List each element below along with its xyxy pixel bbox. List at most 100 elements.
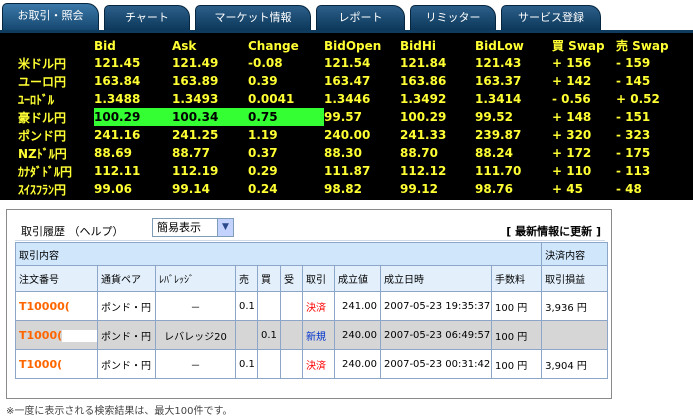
rate-buy-swap: + 172: [552, 146, 592, 160]
col-buy: 買: [257, 265, 281, 292]
rate-ask: 121.49: [172, 56, 219, 70]
order-number[interactable]: T1000(: [15, 349, 98, 379]
rate-row[interactable]: ｶﾅﾀﾞﾄﾞﾙ円 112.11 112.19 0.29 111.87 112.1…: [18, 162, 674, 180]
table-row[interactable]: T1000( ポンド・円 レバレッジ20 0.1 新規 240.00 2007-…: [15, 320, 609, 350]
col-datetime: 成立日時: [380, 265, 492, 292]
rate-table: Bid Ask Change BidOpen BidHi BidLow 買 Sw…: [18, 37, 674, 198]
rate-change: 0.0041: [248, 92, 295, 106]
rate-buy-swap: + 148: [552, 110, 592, 124]
rate-col-bid-open: BidOpen: [324, 38, 382, 53]
rate-bid-open: 88.30: [324, 146, 362, 160]
rate-bid-open: 1.3446: [324, 92, 371, 106]
rate-bid: 100.29: [94, 108, 172, 126]
rate-bid-open: 111.87: [324, 164, 371, 178]
rate-change: 0.39: [248, 74, 278, 88]
masked-area: [69, 300, 97, 313]
order-number[interactable]: T1000(: [15, 320, 98, 350]
sell-amount: [235, 320, 258, 350]
rate-sell-swap: - 323: [616, 128, 651, 142]
rate-col-ask: Ask: [172, 38, 197, 53]
rate-row[interactable]: ポンド円 241.16 241.25 1.19 240.00 241.33 23…: [18, 126, 674, 144]
rate-buy-swap: + 320: [552, 128, 592, 142]
rate-bid-hi: 1.3492: [400, 92, 447, 106]
column-header-row: 注文番号 通貨ペア ﾚﾊﾞﾚｯｼﾞ 売 買 受 取引 成立値 成立日時 手数料 …: [15, 265, 609, 292]
history-header: 取引履歴 （ヘルプ） 簡易表示 ▼ [ 最新情報に更新 ]: [15, 215, 605, 241]
rate-bid-hi: 241.33: [400, 128, 447, 142]
rate-bid-hi: 100.29: [400, 110, 447, 124]
rate-pair[interactable]: ポンド円: [18, 126, 94, 144]
view-mode-value: 簡易表示: [157, 221, 201, 234]
tab-limiter[interactable]: リミッター: [410, 5, 496, 31]
rate-bid-open: 240.00: [324, 128, 371, 142]
rate-bid-hi: 88.70: [400, 146, 438, 160]
rate-row[interactable]: 米ドル円 121.45 121.49 -0.08 121.54 121.84 1…: [18, 54, 674, 72]
rate-pair[interactable]: NZﾄﾞﾙ円: [18, 144, 94, 162]
rate-pair[interactable]: ｶﾅﾀﾞﾄﾞﾙ円: [18, 162, 94, 180]
chevron-down-icon[interactable]: ▼: [217, 219, 233, 236]
rate-pair[interactable]: ｽｲｽﾌﾗﾝ円: [18, 180, 94, 198]
rate-col-sell-swap: 売 Swap: [616, 39, 669, 53]
col-sell: 売: [235, 265, 258, 292]
rate-pair[interactable]: 豪ドル円: [18, 108, 94, 126]
rate-bid-open: 99.57: [324, 110, 362, 124]
trade-history-panel: 取引履歴 （ヘルプ） 簡易表示 ▼ [ 最新情報に更新 ] 取引内容 決済内容 …: [6, 209, 612, 399]
sell-amount: 0.1: [235, 291, 258, 321]
rate-bid-hi: 163.86: [400, 74, 447, 88]
executed-price: 240.00: [334, 349, 381, 379]
executed-price: 241.00: [334, 291, 381, 321]
rate-pair[interactable]: ﾕｰﾛﾄﾞﾙ: [18, 90, 94, 108]
rate-row[interactable]: ｽｲｽﾌﾗﾝ円 99.06 99.14 0.24 98.82 99.12 98.…: [18, 180, 674, 198]
rate-bid-low: 163.37: [475, 74, 522, 88]
order-number[interactable]: T10000(: [15, 291, 98, 321]
currency-pair: ポンド・円: [97, 291, 156, 321]
rate-col-pair: [18, 37, 94, 54]
leverage: レバレッジ20: [155, 320, 236, 350]
tab-market-info[interactable]: マーケット情報: [195, 5, 311, 31]
tab-service-registration[interactable]: サービス登録: [501, 5, 601, 31]
history-table: 取引内容 決済内容 注文番号 通貨ペア ﾚﾊﾞﾚｯｼﾞ 売 買 受 取引 成立値…: [14, 242, 609, 379]
fee: 100 円: [490, 291, 543, 321]
masked-area: [62, 358, 97, 371]
buy-amount: [257, 349, 281, 379]
trade-kind: 新規: [302, 320, 335, 350]
table-row[interactable]: T10000( ポンド・円 － 0.1 決済 241.00 2007-05-23…: [15, 291, 609, 321]
receive-amount: [280, 320, 303, 350]
col-fee: 手数料: [490, 265, 543, 292]
rate-col-bid-low: BidLow: [475, 38, 524, 53]
tab-report[interactable]: レポート: [316, 5, 405, 31]
rate-row[interactable]: ユーロ円 163.84 163.89 0.39 163.47 163.86 16…: [18, 72, 674, 90]
rate-row[interactable]: 豪ドル円 100.29 100.34 0.75 99.57 100.29 99.…: [18, 108, 674, 126]
rate-bid-open: 98.82: [324, 182, 362, 196]
receive-amount: [280, 349, 303, 379]
table-row[interactable]: T1000( ポンド・円 － 0.1 決済 240.00 2007-05-23 …: [15, 349, 609, 379]
col-pair: 通貨ペア: [97, 265, 156, 292]
refresh-link[interactable]: [ 最新情報に更新 ]: [506, 223, 601, 239]
tab-chart[interactable]: チャート: [104, 5, 190, 31]
rate-bid-low: 121.43: [475, 56, 522, 70]
section-settle-content: 決済内容: [541, 242, 609, 266]
rate-buy-swap: + 142: [552, 74, 592, 88]
rate-pair[interactable]: 米ドル円: [18, 54, 94, 72]
tab-trading[interactable]: お取引・照会: [2, 3, 99, 31]
trade-pnl: 3,936 円: [541, 291, 609, 321]
footnote: ※一度に表示される検索結果は、最大100件です。: [6, 406, 233, 417]
rate-ask: 163.89: [172, 74, 219, 88]
rate-bid: 163.84: [94, 74, 141, 88]
fee: 100 円: [490, 320, 543, 350]
rate-ask: 1.3493: [172, 92, 219, 106]
rate-ask: 112.19: [172, 164, 219, 178]
history-title[interactable]: 取引履歴 （ヘルプ）: [21, 223, 124, 239]
rate-buy-swap: + 156: [552, 56, 592, 70]
rate-pair[interactable]: ユーロ円: [18, 72, 94, 90]
view-mode-select[interactable]: 簡易表示 ▼: [152, 218, 234, 237]
trade-kind: 決済: [302, 291, 335, 321]
rate-change: 0.29: [248, 164, 278, 178]
rate-row[interactable]: ﾕｰﾛﾄﾞﾙ 1.3488 1.3493 0.0041 1.3446 1.349…: [18, 90, 674, 108]
section-trade-content: 取引内容: [14, 242, 543, 266]
currency-pair: ポンド・円: [97, 349, 156, 379]
sell-amount: 0.1: [235, 349, 258, 379]
rate-row[interactable]: NZﾄﾞﾙ円 88.69 88.77 0.37 88.30 88.70 88.2…: [18, 144, 674, 162]
col-trade-kind: 取引: [302, 265, 335, 292]
masked-area: [62, 329, 97, 342]
rate-bid-open: 121.54: [324, 56, 371, 70]
